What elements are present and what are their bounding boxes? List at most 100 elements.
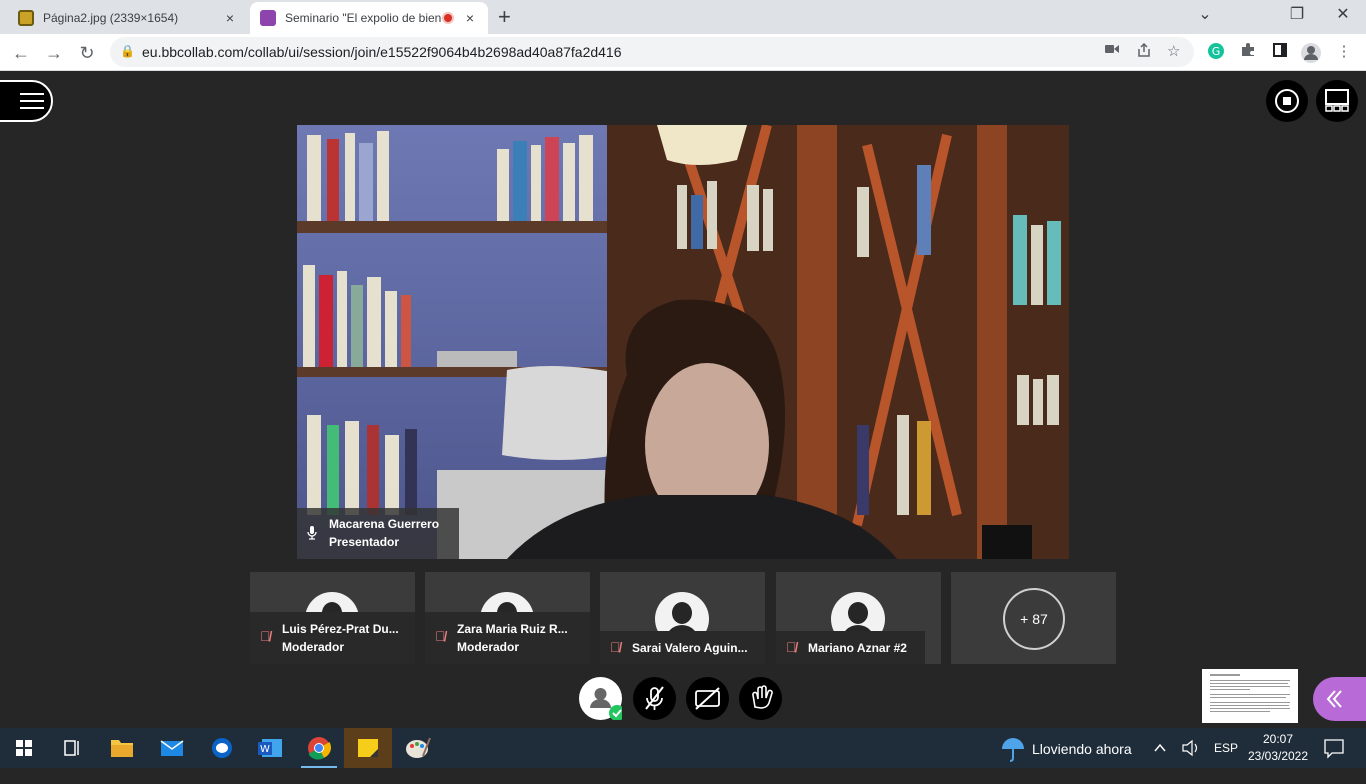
presenter-role: Presentador [329, 535, 400, 549]
tab-search-icon[interactable]: ⌄ [1182, 0, 1228, 30]
side-panel-icon[interactable] [1269, 42, 1291, 62]
chrome-menu-icon[interactable]: ⋮ [1333, 42, 1355, 60]
outlook-button[interactable] [198, 728, 246, 768]
address-bar[interactable]: 🔒 eu.bbcollab.com/collab/ui/session/join… [110, 37, 1194, 67]
hamburger-icon [20, 93, 44, 95]
participant-name: Mariano Aznar #2 [808, 641, 907, 655]
paint-button[interactable] [393, 728, 441, 768]
reload-button[interactable]: ↻ [74, 40, 100, 66]
close-window-button[interactable]: ✕ [1320, 0, 1366, 30]
tab-close-icon[interactable]: × [462, 10, 478, 26]
clock[interactable]: 20:07 23/03/2022 [1246, 728, 1310, 768]
participant-label: 🎙̸ Luis Pérez-Prat Du... Moderador [250, 612, 415, 664]
raise-hand-button[interactable] [739, 677, 782, 720]
mic-off-icon: 🎙̸ [435, 628, 446, 644]
mail-button[interactable] [148, 728, 196, 768]
microphone-icon [307, 526, 317, 543]
tab-close-icon[interactable]: × [222, 10, 238, 26]
participant-tile[interactable]: 🎙̸ Zara Maria Ruiz R... Moderador [425, 572, 590, 664]
shared-document-thumbnail[interactable] [1202, 669, 1298, 723]
mic-off-icon: 🎙̸ [260, 628, 271, 644]
word-icon: W [258, 739, 282, 757]
start-button[interactable] [0, 728, 48, 768]
tab-title: Seminario "El expolio de bienes [285, 11, 442, 25]
language-indicator[interactable]: ESP [1214, 728, 1238, 768]
task-view-button[interactable] [48, 728, 96, 768]
weather-widget[interactable]: Lloviendo ahora [1000, 728, 1140, 768]
session-menu-button[interactable] [0, 80, 53, 122]
participant-name: Sarai Valero Aguin... [632, 641, 748, 655]
volume-button[interactable] [1180, 728, 1202, 768]
browser-toolbar: ← → ↻ 🔒 eu.bbcollab.com/collab/ui/sessio… [0, 34, 1366, 71]
outlook-icon [212, 738, 232, 758]
microphone-toggle-button[interactable] [633, 677, 676, 720]
grammarly-extension-icon[interactable]: G [1205, 42, 1227, 64]
raise-hand-icon [752, 685, 773, 709]
weather-text: Lloviendo ahora [1032, 741, 1132, 757]
bookmark-star-icon[interactable]: ☆ [1167, 42, 1180, 60]
camera-in-use-icon[interactable] [1104, 42, 1120, 60]
browser-tab-strip: Página2.jpg (2339×1654) × Seminario "El … [0, 0, 1366, 34]
lock-icon: 🔒 [120, 44, 135, 58]
chrome-button[interactable] [295, 728, 343, 768]
document-preview [1210, 674, 1290, 712]
presenter-name-card: Macarena Guerrero Presentador [297, 508, 459, 559]
camera-off-icon [695, 687, 720, 710]
profile-avatar-icon[interactable] [1300, 42, 1322, 68]
participant-label: 🎙̸ Sarai Valero Aguin... [600, 631, 765, 664]
double-chevron-left-icon [1326, 690, 1342, 708]
file-explorer-button[interactable] [98, 728, 146, 768]
collab-logo-icon [260, 10, 276, 26]
participant-tile[interactable]: 🎙̸ Mariano Aznar #2 [776, 572, 941, 664]
presenter-name: Macarena Guerrero [329, 517, 440, 531]
hamburger-line [20, 100, 44, 102]
layout-button[interactable] [1316, 80, 1358, 122]
umbrella-icon [1002, 738, 1024, 762]
record-button[interactable] [1266, 80, 1308, 122]
participant-tile[interactable]: 🎙̸ Sarai Valero Aguin... [600, 572, 765, 664]
task-view-icon [64, 740, 79, 756]
open-panel-button[interactable] [1313, 677, 1366, 721]
mic-off-icon [645, 686, 664, 710]
windows-taskbar: W Lloviendo ahora ESP 20:07 23/03/2022 [0, 728, 1366, 768]
forward-button[interactable]: → [41, 40, 67, 66]
image-file-icon [18, 10, 34, 26]
participant-label: 🎙̸ Zara Maria Ruiz R... Moderador [425, 612, 590, 664]
my-status-button[interactable] [579, 677, 625, 721]
mail-icon [160, 740, 184, 756]
url-text: eu.bbcollab.com/collab/ui/session/join/e… [142, 44, 622, 60]
participant-tile[interactable]: 🎙̸ Luis Pérez-Prat Du... Moderador [250, 572, 415, 664]
show-hidden-icons-button[interactable] [1150, 728, 1170, 768]
participant-name: Zara Maria Ruiz R... [457, 622, 568, 636]
new-tab-button[interactable]: + [498, 4, 511, 30]
participant-name: Luis Pérez-Prat Du... [282, 622, 399, 636]
speaker-icon [1182, 739, 1198, 757]
share-icon[interactable] [1136, 42, 1152, 62]
tab-pagina2[interactable]: Página2.jpg (2339×1654) × [8, 2, 248, 34]
svg-text:W: W [260, 744, 270, 755]
clock-date: 23/03/2022 [1247, 749, 1309, 763]
camera-toggle-button[interactable] [686, 677, 729, 720]
participant-label: 🎙̸ Mariano Aznar #2 [776, 631, 925, 664]
tab-seminario[interactable]: Seminario "El expolio de bienes × [250, 2, 488, 34]
participant-role: Moderador [457, 640, 520, 654]
sticky-notes-icon [358, 739, 378, 757]
tab-title: Página2.jpg (2339×1654) [43, 11, 179, 25]
participant-role: Moderador [282, 640, 345, 654]
restore-window-button[interactable]: ❐ [1274, 0, 1320, 30]
video-frame [297, 125, 1069, 559]
notifications-button[interactable] [1322, 728, 1346, 768]
layout-icon [1325, 89, 1349, 112]
paint-palette-icon [406, 737, 431, 758]
recording-dot-icon [442, 12, 454, 24]
chevron-up-icon [1154, 743, 1166, 752]
mic-off-icon: 🎙̸ [610, 639, 621, 655]
more-participants-tile[interactable]: + 87 [951, 572, 1116, 664]
svg-text:G: G [1212, 45, 1221, 58]
more-participants-count: + 87 [1003, 588, 1065, 650]
back-button[interactable]: ← [8, 40, 34, 66]
mic-off-icon: 🎙̸ [786, 639, 797, 655]
word-button[interactable]: W [246, 728, 294, 768]
sticky-notes-button[interactable] [344, 728, 392, 768]
extensions-puzzle-icon[interactable] [1237, 42, 1259, 62]
